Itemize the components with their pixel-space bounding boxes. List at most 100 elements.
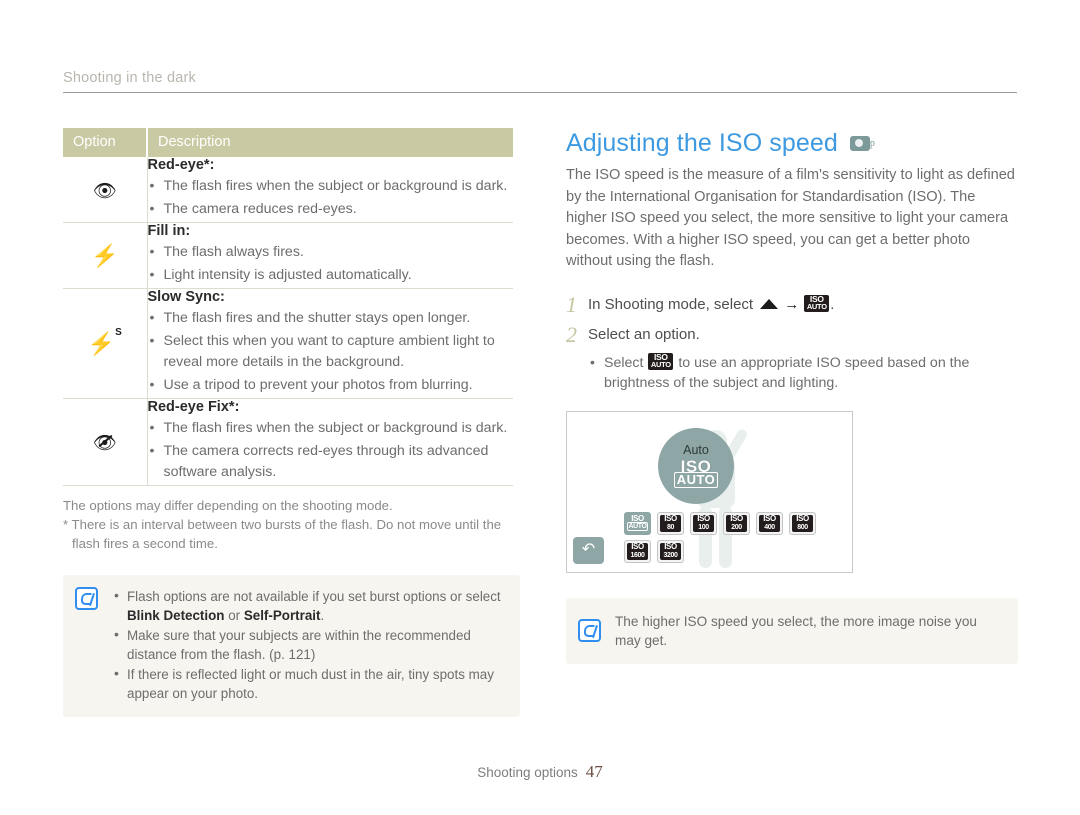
table-cell-icon: 👁 — [63, 157, 148, 223]
note-pen-icon — [578, 619, 601, 642]
footer-label: Shooting options — [477, 765, 578, 780]
footnote-line: The options may differ depending on the … — [63, 498, 393, 513]
step-text: Select an option. — [588, 325, 700, 343]
table-header-row: Option Description — [63, 128, 513, 157]
page-title-text: Adjusting the ISO speed — [566, 129, 838, 157]
list-item: The flash always fires. — [148, 241, 514, 263]
section-intro: The ISO speed is the measure of a film's… — [566, 167, 1015, 269]
step-2-details: Select ISOAUTO to use an appropriate ISO… — [588, 352, 1018, 393]
iso-chip-icon: ISO 100 — [693, 514, 714, 532]
page-title: Adjusting the ISO speed — [566, 128, 1018, 158]
note-box-flash: Flash options are not available if you s… — [63, 575, 520, 717]
red-eye-icon: 👁 — [92, 180, 117, 202]
table-cell-icon: 👁 — [63, 398, 148, 486]
flash-fill-in-icon: ⚡ — [91, 242, 119, 268]
iso-option-80[interactable]: ISO 80 — [657, 511, 684, 535]
red-eye-fix-icon: 👁 — [92, 433, 117, 454]
left-column: Option Description 👁 Red-eye*: The flash… — [63, 128, 523, 717]
list-item: Select this when you want to capture amb… — [148, 330, 514, 373]
table-row: 👁 Red-eye Fix*: The flash fires when the… — [63, 398, 514, 486]
selected-iso-indicator: Auto ISO AUTO — [658, 427, 734, 504]
flash-options-table: Option Description 👁 Red-eye*: The flash… — [63, 128, 513, 486]
table-head: Option Description — [63, 128, 513, 157]
arrow-right-icon: → — [784, 295, 800, 313]
table-cell-description: Fill in: The flash always fires. Light i… — [147, 222, 514, 289]
column-header-option: Option — [63, 128, 147, 157]
table-row: 👁 Red-eye*: The flash fires when the sub… — [63, 157, 513, 223]
step-text: In Shooting mode, select → ISO AUTO. — [588, 293, 834, 317]
table-row: ⚡ Fill in: The flash always fires. Light… — [63, 222, 514, 289]
iso-option-1600[interactable]: ISO 1600 — [624, 539, 651, 563]
option-title: Red-eye Fix*: — [147, 399, 240, 415]
flash-slow-sync-icon: ⚡S — [87, 327, 122, 356]
table-body: 👁 Red-eye*: The flash fires when the sub… — [63, 157, 513, 486]
triangle-up-icon — [760, 298, 779, 309]
table-cell-description: Red-eye Fix*: The flash fires when the s… — [147, 398, 514, 486]
note-pen-icon — [75, 587, 98, 610]
running-header-text: Shooting in the dark — [63, 70, 196, 86]
running-header: Shooting in the dark — [63, 70, 1017, 93]
iso-chip-icon: ISO 3200 — [660, 542, 681, 560]
iso-chip-icon: ISO 1600 — [627, 542, 648, 560]
bold-term: Self-Portrait — [243, 608, 321, 623]
iso-option-800[interactable]: ISO 800 — [789, 511, 816, 535]
list-item: Use a tripod to prevent your photos from… — [148, 374, 514, 396]
iso-option-400[interactable]: ISO 400 — [756, 511, 783, 535]
table-cell-description: Red-eye*: The flash fires when the subje… — [147, 157, 513, 223]
iso-auto-icon: ISO AUTO — [648, 352, 674, 370]
page-number: 47 — [585, 762, 603, 781]
table-cell-icon: ⚡S — [63, 288, 148, 399]
step-list: 1 In Shooting mode, select → ISO AUTO. 2 S… — [566, 291, 1018, 393]
note-body: Flash options are not available if you s… — [112, 586, 506, 704]
camera-p-mode-icon — [849, 135, 875, 151]
list-item: If there is reflected light or much dust… — [112, 664, 506, 703]
option-title: Red-eye*: — [147, 157, 215, 173]
iso-option-auto[interactable]: ISO AUTO — [624, 511, 651, 535]
option-title: Fill in: — [147, 223, 191, 239]
camera-screen-illustration: Auto ISO AUTO ISO AUTO ISO 80 ISO 100 ISO 20… — [566, 410, 853, 573]
step-bullets: Select ISOAUTO to use an appropriate ISO… — [588, 352, 1018, 393]
list-item: Make sure that your subjects are within … — [112, 625, 506, 664]
column-header-description: Description — [146, 128, 513, 157]
step-2: 2 Select an option. — [566, 321, 1018, 347]
table-cell-description: Slow Sync: The flash fires and the shutt… — [147, 288, 514, 399]
right-column: Adjusting the ISO speed The ISO speed is… — [566, 128, 1018, 664]
iso-chip-icon: ISO 400 — [759, 514, 780, 532]
option-bullets: The flash fires when the subject or back… — [148, 175, 514, 220]
table-footnotes: The options may differ depending on the … — [63, 496, 513, 553]
iso-chip-icon: ISO 80 — [660, 514, 681, 532]
note-text: The higher ISO speed you select, the mor… — [615, 613, 977, 648]
iso-chip-icon: ISO 800 — [792, 514, 813, 532]
running-header-rule — [63, 92, 1017, 93]
list-item: Light intensity is adjusted automaticall… — [148, 264, 514, 286]
manual-page: Shooting in the dark Option Description … — [0, 0, 1080, 815]
back-arrow-icon[interactable]: ↶ — [573, 536, 604, 564]
selected-iso-label: Auto — [683, 443, 709, 457]
list-item: The camera corrects red-eyes through its… — [148, 440, 514, 483]
note-box-iso: The higher ISO speed you select, the mor… — [566, 597, 1018, 664]
list-item: The flash fires and the shutter stays op… — [148, 307, 514, 329]
bold-term: Blink Detection — [127, 608, 225, 623]
iso-chip-icon: ISO AUTO — [627, 514, 648, 531]
list-item: The camera reduces red-eyes. — [148, 198, 514, 220]
page-footer: Shooting options 47 — [0, 762, 1080, 782]
table-row: ⚡S Slow Sync: The flash fires and the sh… — [63, 288, 514, 399]
footnote-line: * There is an interval between two burst… — [63, 517, 502, 551]
step-number: 2 — [566, 321, 577, 347]
iso-chip-icon: ISO 200 — [726, 514, 747, 532]
step-1: 1 In Shooting mode, select → ISO AUTO. — [566, 291, 1018, 317]
option-bullets: The flash fires and the shutter stays op… — [148, 307, 514, 396]
iso-big-bottom: AUTO — [674, 472, 718, 488]
iso-option-200[interactable]: ISO 200 — [723, 511, 750, 535]
iso-option-100[interactable]: ISO 100 — [690, 511, 717, 535]
list-item: Select ISOAUTO to use an appropriate ISO… — [588, 352, 1018, 393]
table-cell-icon: ⚡ — [63, 222, 148, 289]
note-bullets: Flash options are not available if you s… — [112, 586, 506, 703]
iso-option-grid[interactable]: ISO AUTO ISO 80 ISO 100 ISO 200 ISO 400 ISO 80… — [624, 511, 824, 563]
iso-option-3200[interactable]: ISO 3200 — [657, 539, 684, 563]
option-bullets: The flash always fires. Light intensity … — [148, 241, 514, 286]
iso-auto-big-icon: ISO AUTO — [672, 458, 720, 488]
list-item: The flash fires when the subject or back… — [148, 417, 514, 439]
step-number: 1 — [566, 291, 577, 317]
list-item: Flash options are not available if you s… — [112, 586, 506, 625]
